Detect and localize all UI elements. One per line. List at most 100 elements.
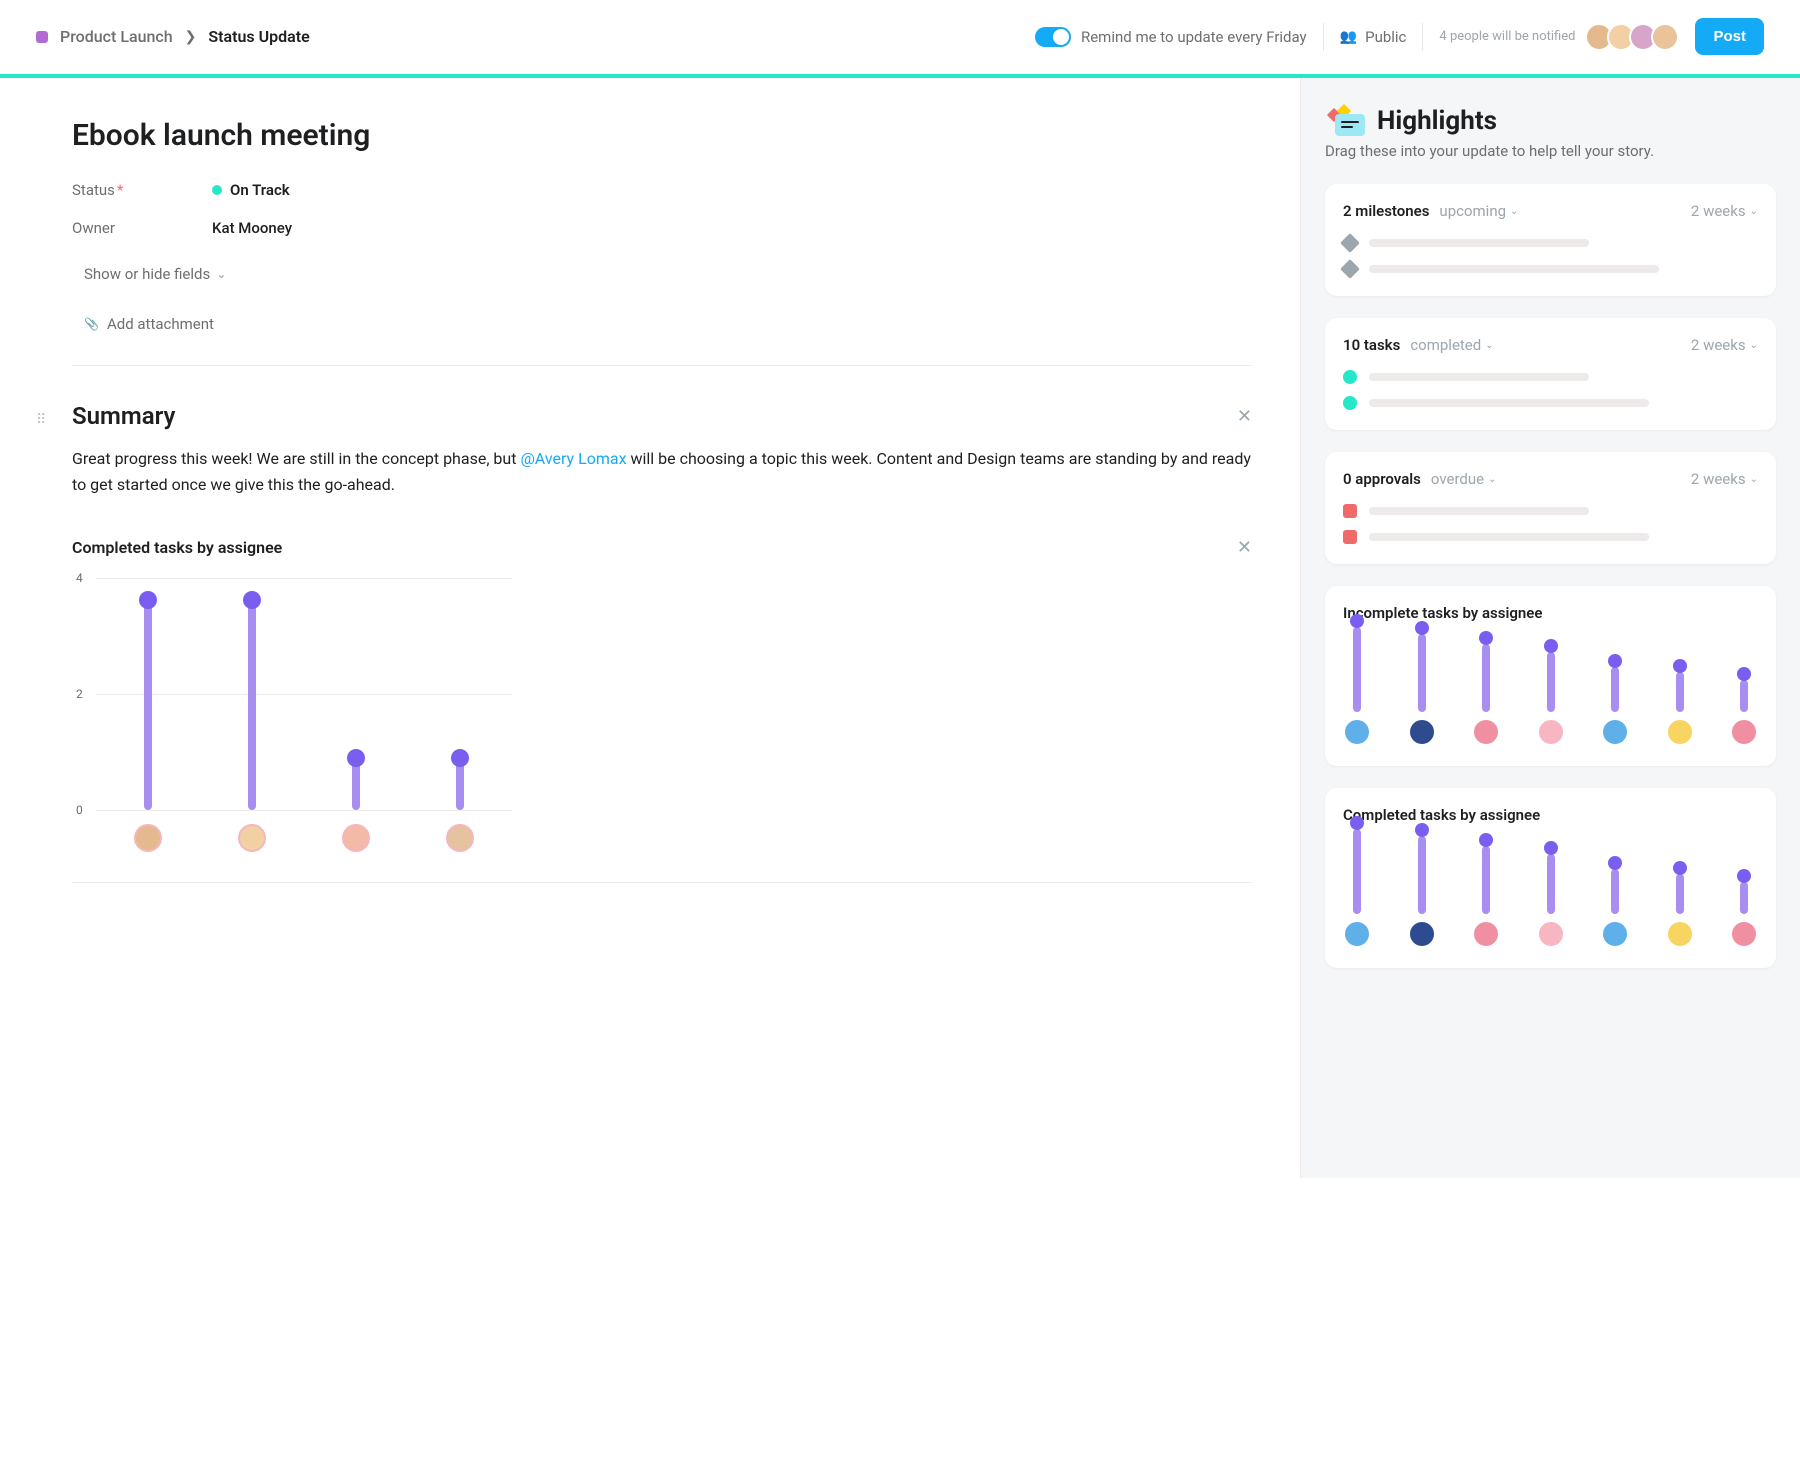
mini-chart-bar: [1730, 667, 1758, 746]
highlight-chart-card[interactable]: Incomplete tasks by assignee: [1325, 586, 1776, 766]
mini-chart-bar: [1408, 823, 1436, 948]
chart-bar: [326, 749, 386, 811]
visibility-selector[interactable]: 👥 Public: [1340, 28, 1407, 46]
mini-chart-bar: [1343, 614, 1371, 746]
highlight-card[interactable]: 0 approvals overdue⌄ 2 weeks⌄: [1325, 452, 1776, 564]
notified-avatars[interactable]: [1591, 23, 1679, 51]
highlights-icon: [1325, 106, 1365, 136]
update-title[interactable]: Ebook launch meeting: [72, 118, 1252, 153]
highlight-filter-dropdown[interactable]: completed⌄: [1410, 336, 1493, 354]
post-button[interactable]: Post: [1695, 18, 1764, 55]
status-value[interactable]: On Track: [212, 181, 290, 199]
mini-chart-bar: [1730, 869, 1758, 948]
assignee-avatar[interactable]: [1343, 718, 1371, 746]
highlight-chart-title: Completed tasks by assignee: [1343, 806, 1758, 824]
assignee-avatar[interactable]: [1408, 718, 1436, 746]
placeholder-bar: [1369, 265, 1659, 273]
reminder-toggle-group: Remind me to update every Friday: [1035, 27, 1307, 47]
show-hide-fields[interactable]: Show or hide fields ⌄: [72, 257, 1252, 291]
highlights-subtitle: Drag these into your update to help tell…: [1325, 142, 1776, 160]
y-axis-tick: 2: [76, 687, 83, 701]
highlight-range-dropdown[interactable]: 2 weeks⌄: [1691, 202, 1758, 220]
mini-chart-bar: [1472, 833, 1500, 948]
assignee-avatar[interactable]: [1408, 920, 1436, 948]
highlight-chart-title: Incomplete tasks by assignee: [1343, 604, 1758, 622]
chart-bar: [430, 749, 490, 811]
assignee-avatar[interactable]: [1343, 920, 1371, 948]
assignee-avatar[interactable]: [1472, 920, 1500, 948]
chart-section-title: Completed tasks by assignee: [72, 538, 282, 557]
diamond-icon: [1340, 233, 1360, 253]
assignee-avatar[interactable]: [1472, 718, 1500, 746]
people-icon: 👥: [1340, 29, 1357, 45]
mini-chart-bar: [1666, 659, 1694, 746]
highlight-item-row: [1343, 262, 1758, 276]
chevron-down-icon: ⌄: [1750, 340, 1758, 351]
avatar[interactable]: [1651, 23, 1679, 51]
highlights-header: Highlights: [1325, 106, 1776, 136]
chevron-down-icon: ⌄: [1750, 206, 1758, 217]
divider: [72, 365, 1252, 366]
assignee-avatar[interactable]: [446, 824, 474, 852]
highlight-range-dropdown[interactable]: 2 weeks⌄: [1691, 470, 1758, 488]
chevron-down-icon: ⌄: [1750, 474, 1758, 485]
highlight-item-row: [1343, 504, 1758, 518]
summary-heading: Summary: [72, 402, 175, 430]
user-mention[interactable]: @Avery Lomax: [520, 449, 626, 468]
assignee-avatar[interactable]: [342, 824, 370, 852]
editor-pane: Ebook launch meeting Status* On Track Ow…: [0, 78, 1300, 1178]
assignee-avatar[interactable]: [1601, 718, 1629, 746]
chart-section-header: Completed tasks by assignee ✕: [72, 537, 1252, 558]
assignee-avatar[interactable]: [1730, 920, 1758, 948]
assignee-avatar[interactable]: [1537, 920, 1565, 948]
highlight-item-row: [1343, 236, 1758, 250]
assignee-avatar[interactable]: [1730, 718, 1758, 746]
assignee-avatar[interactable]: [134, 824, 162, 852]
circle-icon: [1343, 370, 1357, 384]
highlight-range-dropdown[interactable]: 2 weeks⌄: [1691, 336, 1758, 354]
mini-chart-bar: [1408, 621, 1436, 746]
assignee-avatar[interactable]: [238, 824, 266, 852]
reminder-toggle[interactable]: [1035, 27, 1071, 47]
breadcrumb-project[interactable]: Product Launch: [60, 27, 173, 46]
mini-chart-bar: [1601, 856, 1629, 948]
placeholder-bar: [1369, 507, 1589, 515]
assignee-avatar[interactable]: [1666, 718, 1694, 746]
highlight-count: 0 approvals: [1343, 470, 1421, 488]
status-label: Status*: [72, 181, 212, 199]
chart-bar: [222, 591, 282, 810]
owner-field: Owner Kat Mooney: [72, 219, 1252, 237]
status-field: Status* On Track: [72, 181, 1252, 199]
assignee-avatar[interactable]: [1601, 920, 1629, 948]
highlight-filter-dropdown[interactable]: overdue⌄: [1431, 470, 1497, 488]
highlight-item-row: [1343, 370, 1758, 384]
add-attachment[interactable]: 📎 Add attachment: [72, 307, 1252, 341]
summary-section-header: ⠿ Summary ✕: [72, 402, 1252, 430]
drag-handle-icon[interactable]: ⠿: [36, 412, 47, 428]
highlight-card[interactable]: 2 milestonesupcoming⌄2 weeks⌄: [1325, 184, 1776, 296]
assignee-avatar[interactable]: [1537, 718, 1565, 746]
mini-chart-bar: [1472, 631, 1500, 746]
y-axis-tick: 0: [76, 803, 83, 817]
highlight-filter-dropdown[interactable]: upcoming⌄: [1439, 202, 1518, 220]
separator: [1323, 23, 1324, 51]
mini-chart-bar: [1666, 861, 1694, 948]
paperclip-icon: 📎: [84, 317, 99, 331]
highlight-item-row: [1343, 530, 1758, 544]
highlight-chart-card[interactable]: Completed tasks by assignee: [1325, 788, 1776, 968]
summary-body[interactable]: Great progress this week! We are still i…: [72, 446, 1252, 497]
owner-value[interactable]: Kat Mooney: [212, 219, 292, 237]
remove-section-button[interactable]: ✕: [1237, 406, 1252, 427]
assignee-avatar[interactable]: [1666, 920, 1694, 948]
highlight-card[interactable]: 10 taskscompleted⌄2 weeks⌄: [1325, 318, 1776, 430]
mini-chart-bar: [1343, 816, 1371, 948]
completed-tasks-chart: 024: [72, 578, 512, 858]
remove-section-button[interactable]: ✕: [1237, 537, 1252, 558]
visibility-label: Public: [1365, 28, 1406, 46]
reminder-label: Remind me to update every Friday: [1081, 28, 1307, 46]
square-icon: [1343, 504, 1357, 518]
placeholder-bar: [1369, 399, 1649, 407]
placeholder-bar: [1369, 239, 1589, 247]
square-icon: [1343, 530, 1357, 544]
project-color-dot: [36, 31, 48, 43]
